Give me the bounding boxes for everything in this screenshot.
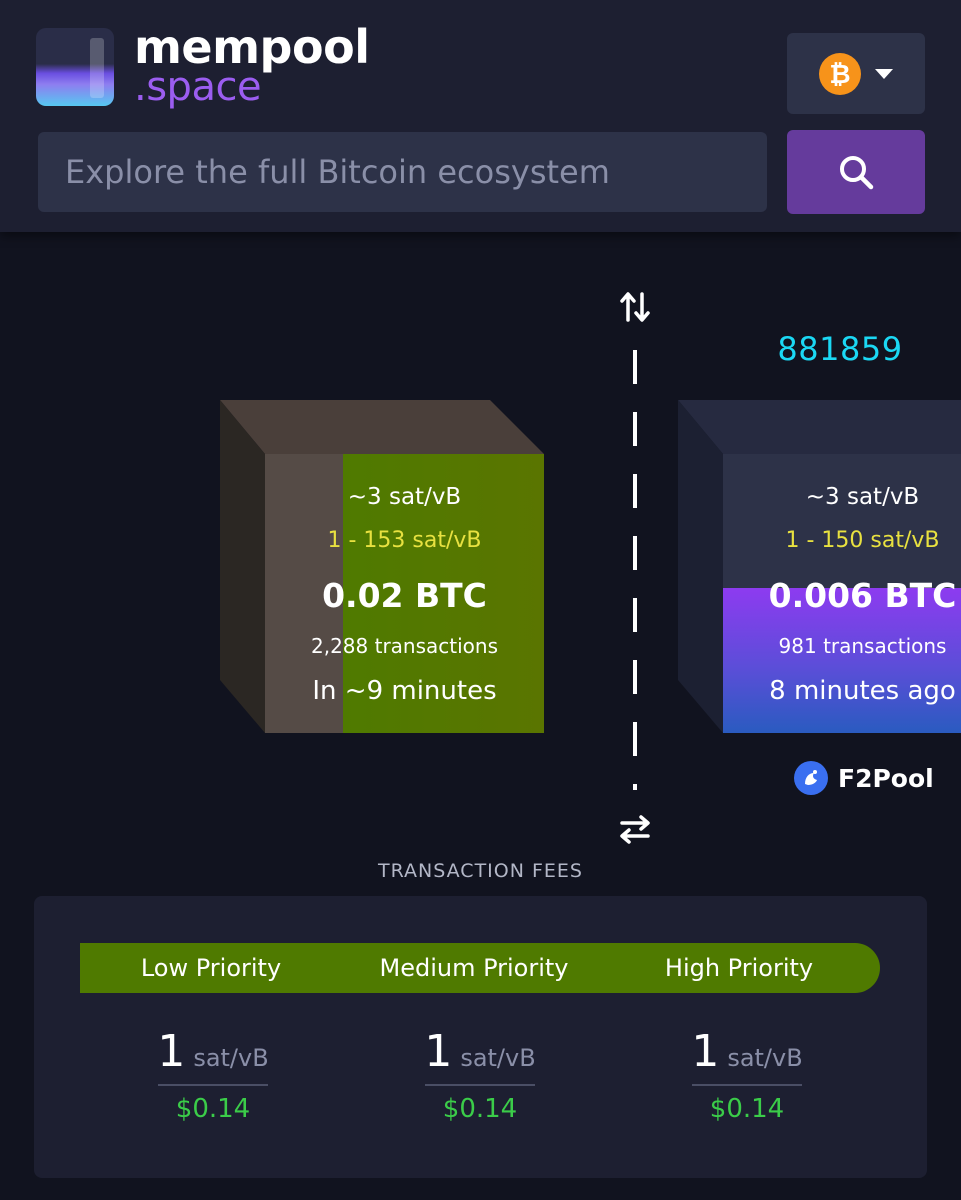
search-input[interactable]: [38, 132, 767, 212]
pending-block[interactable]: ~3 sat/vB 1 - 153 sat/vB 0.02 BTC 2,288 …: [220, 400, 544, 733]
mined-median-fee: ~3 sat/vB: [805, 484, 920, 510]
f2pool-icon: [794, 761, 828, 795]
mined-fee-range: 1 - 150 sat/vB: [785, 528, 940, 553]
mined-age: 8 minutes ago: [769, 676, 956, 706]
fee-usd-value: $0.14: [442, 1094, 518, 1124]
transaction-fees-card: Low Priority Medium Priority High Priori…: [34, 896, 927, 1178]
network-selector-button[interactable]: ₿: [787, 33, 925, 114]
top-navbar: mempool .space ₿: [0, 0, 961, 232]
fee-rate-value: 1: [424, 1026, 453, 1077]
low-priority-fee: 1 sat/vB $0.14: [157, 1026, 269, 1124]
pending-block-face: ~3 sat/vB 1 - 153 sat/vB 0.02 BTC 2,288 …: [265, 454, 544, 733]
fee-rate-value: 1: [691, 1026, 720, 1077]
mined-total-btc: 0.006 BTC: [768, 576, 957, 615]
pending-eta: In ~9 minutes: [312, 676, 497, 706]
chevron-down-icon: [875, 69, 893, 79]
fee-rate-value: 1: [157, 1026, 186, 1077]
transaction-fees-title: TRANSACTION FEES: [377, 860, 583, 882]
mempool-blockchain-divider: [633, 350, 637, 790]
pending-total-btc: 0.02 BTC: [322, 576, 487, 615]
medium-priority-label: Medium Priority: [379, 954, 569, 982]
mined-block[interactable]: ~3 sat/vB 1 - 150 sat/vB 0.006 BTC 981 t…: [678, 400, 961, 733]
fee-usd-value: $0.14: [175, 1094, 251, 1124]
medium-priority-fee: 1 sat/vB $0.14: [424, 1026, 536, 1124]
mining-pool-name: F2Pool: [838, 763, 934, 793]
search-icon: [840, 156, 874, 190]
logo-mark-icon: [36, 28, 114, 106]
pending-tx-count: 2,288 transactions: [310, 634, 498, 658]
fee-usd-value: $0.14: [709, 1094, 785, 1124]
pending-fee-range: 1 - 153 sat/vB: [327, 528, 482, 553]
mined-block-face: ~3 sat/vB 1 - 150 sat/vB 0.006 BTC 981 t…: [723, 454, 961, 733]
arrow-left-right-icon[interactable]: [618, 812, 652, 846]
mined-tx-count: 981 transactions: [778, 634, 947, 658]
low-priority-label: Low Priority: [140, 954, 282, 982]
mining-pool-link[interactable]: F2Pool: [794, 760, 934, 796]
high-priority-label: High Priority: [664, 954, 814, 982]
fee-rate-unit: sat/vB: [727, 1044, 803, 1072]
block-height-link[interactable]: 881859: [760, 330, 920, 368]
search-button[interactable]: [787, 130, 925, 214]
fee-rate-unit: sat/vB: [193, 1044, 269, 1072]
arrow-up-down-icon[interactable]: [618, 290, 652, 324]
high-priority-fee: 1 sat/vB $0.14: [691, 1026, 803, 1124]
bitcoin-icon: ₿: [819, 53, 861, 95]
fee-rate-unit: sat/vB: [460, 1044, 536, 1072]
pending-median-fee: ~3 sat/vB: [347, 484, 462, 510]
priority-bar: Low Priority Medium Priority High Priori…: [80, 943, 880, 993]
